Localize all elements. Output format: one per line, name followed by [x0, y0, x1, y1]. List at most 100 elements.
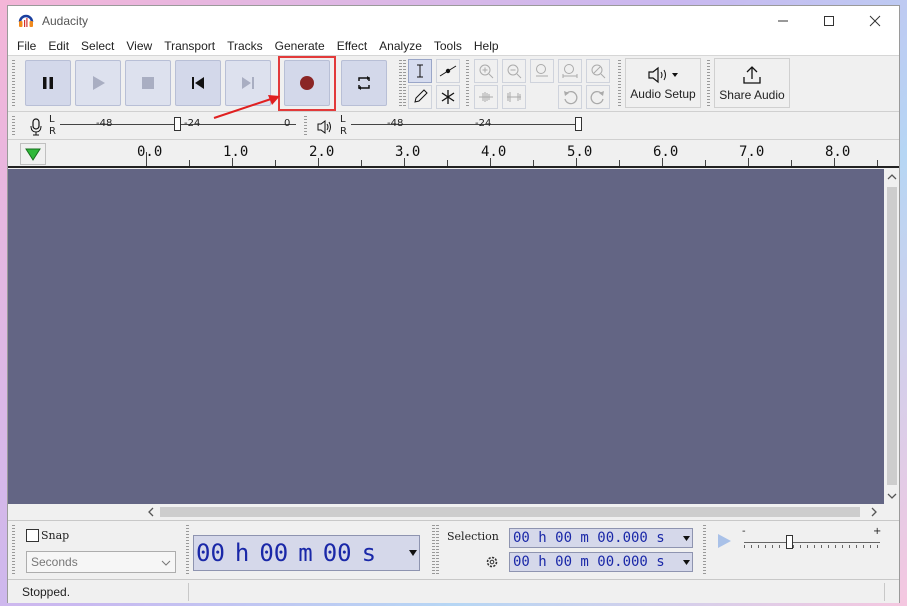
toolbar-grip[interactable]: [466, 60, 469, 108]
playback-meter[interactable]: -48 -24: [351, 117, 587, 134]
menu-select[interactable]: Select: [75, 39, 120, 53]
maximize-button[interactable]: [806, 6, 852, 36]
menu-analyze[interactable]: Analyze: [373, 39, 428, 53]
zoom-out-button[interactable]: [502, 59, 526, 83]
minimize-button[interactable]: [760, 6, 806, 36]
selection-end-time[interactable]: 00 h 00 m 00.000 s: [509, 552, 693, 572]
zoom-in-button[interactable]: [474, 59, 498, 83]
audacity-logo-icon: [17, 12, 35, 30]
horizontal-scroll-thumb[interactable]: [160, 507, 860, 517]
toolbar-grip[interactable]: [436, 525, 439, 575]
stop-button[interactable]: [125, 60, 171, 106]
scroll-up-icon[interactable]: [887, 173, 897, 181]
zoom-toggle-button[interactable]: [586, 59, 610, 83]
menu-help[interactable]: Help: [468, 39, 505, 53]
loop-button[interactable]: [341, 60, 387, 106]
redo-icon: [590, 90, 604, 105]
menu-transport[interactable]: Transport: [158, 39, 221, 53]
audio-setup-button[interactable]: Audio Setup: [625, 58, 701, 108]
toolbar-grip[interactable]: [12, 525, 15, 575]
speaker-icon: [317, 120, 331, 134]
menu-effect[interactable]: Effect: [331, 39, 373, 53]
record-meter-tick: -48: [96, 118, 113, 129]
timeline-options-button[interactable]: [20, 143, 46, 165]
vertical-scrollbar[interactable]: [884, 169, 899, 504]
snap-to-select[interactable]: Seconds: [26, 551, 176, 573]
undo-button[interactable]: [558, 85, 582, 109]
menu-edit[interactable]: Edit: [42, 39, 75, 53]
time-minutes: 00: [259, 539, 289, 567]
silence-audio-button[interactable]: [502, 85, 526, 109]
time-seconds-unit: s: [361, 539, 377, 567]
playback-meter-scale: [351, 124, 581, 125]
snap-toggle[interactable]: Snap: [26, 529, 69, 542]
selection-settings-button[interactable]: [484, 554, 500, 573]
menu-tracks[interactable]: Tracks: [221, 39, 269, 53]
ruler-tick: [404, 158, 405, 166]
toolbar-grip[interactable]: [707, 60, 710, 108]
zoom-toggle-icon: [591, 64, 606, 79]
redo-button[interactable]: [586, 85, 610, 109]
playback-meter-right-label: R: [340, 126, 347, 137]
ruler-tick: [189, 160, 190, 166]
menu-view[interactable]: View: [120, 39, 158, 53]
multi-tool[interactable]: [436, 85, 460, 109]
record-meter-button[interactable]: [24, 116, 48, 138]
record-button[interactable]: [284, 60, 330, 106]
time-display[interactable]: 00 h 00 m 00 s: [193, 535, 420, 571]
horizontal-scrollbar[interactable]: [8, 504, 899, 520]
snap-checkbox[interactable]: [26, 529, 39, 542]
record-meter-tick: 0: [284, 118, 291, 129]
selection-start-time[interactable]: 00 h 00 m 00.000 s: [509, 528, 693, 548]
undo-icon: [564, 90, 578, 105]
toolbar-grip[interactable]: [399, 60, 402, 108]
fit-selection-button[interactable]: [530, 59, 554, 83]
ruler-label: 3.0: [395, 144, 421, 160]
toolbar-grip[interactable]: [12, 60, 15, 108]
ruler-tick: [748, 158, 749, 166]
toolbar-grip[interactable]: [12, 116, 15, 136]
play-at-speed-button[interactable]: [711, 528, 737, 554]
share-audio-button[interactable]: Share Audio: [714, 58, 790, 108]
toolbar-grip[interactable]: [618, 60, 621, 108]
pause-button[interactable]: [25, 60, 71, 106]
play-speed-slider[interactable]: [744, 535, 880, 551]
record-meter[interactable]: -48 -24 0: [60, 117, 296, 134]
menu-tools[interactable]: Tools: [428, 39, 468, 53]
minimize-icon: [778, 20, 788, 22]
selection-start-dropdown-icon[interactable]: [683, 536, 690, 541]
track-panel[interactable]: [8, 169, 884, 504]
vertical-scroll-thumb[interactable]: [887, 187, 897, 485]
maximize-icon: [824, 16, 834, 26]
timeline-ruler[interactable]: 0.0 1.0 2.0 3.0 4.0 5.0 6.0 7.0 8.0: [8, 140, 899, 168]
menu-generate[interactable]: Generate: [269, 39, 331, 53]
selection-tool[interactable]: [408, 59, 432, 83]
play-speed-thumb[interactable]: [786, 535, 793, 549]
trim-audio-button[interactable]: [474, 85, 498, 109]
scroll-right-icon[interactable]: [870, 507, 878, 517]
envelope-icon: [439, 65, 457, 77]
playback-level-slider[interactable]: [575, 117, 582, 131]
record-level-slider[interactable]: [174, 117, 181, 131]
toolbar-grip[interactable]: [432, 525, 435, 575]
menu-file[interactable]: File: [11, 39, 42, 53]
scroll-down-icon[interactable]: [887, 492, 897, 500]
toolbar-grip[interactable]: [186, 525, 189, 575]
fit-project-button[interactable]: [558, 59, 582, 83]
ruler-tick: [834, 158, 835, 166]
skip-to-start-icon: [192, 77, 204, 89]
draw-tool[interactable]: [408, 85, 432, 109]
toolbar-grip[interactable]: [304, 116, 307, 136]
toolbar-grip[interactable]: [403, 60, 406, 108]
scroll-left-icon[interactable]: [147, 507, 155, 517]
ruler-label: 6.0: [653, 144, 679, 160]
time-format-dropdown-icon[interactable]: [409, 550, 417, 556]
play-button[interactable]: [75, 60, 121, 106]
envelope-tool[interactable]: [436, 59, 460, 83]
audacity-window: Audacity File Edit Select View Transport…: [7, 5, 900, 603]
playback-meter-button[interactable]: [313, 116, 337, 138]
selection-end-dropdown-icon[interactable]: [683, 560, 690, 565]
close-button[interactable]: [852, 6, 898, 36]
toolbar-grip[interactable]: [703, 525, 706, 575]
menu-bar: File Edit Select View Transport Tracks G…: [8, 36, 899, 56]
